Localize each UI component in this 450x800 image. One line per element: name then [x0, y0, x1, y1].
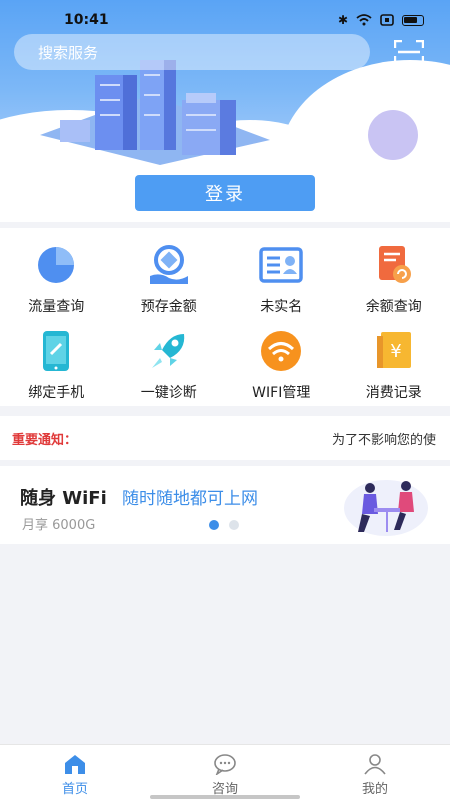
yen-record-icon: ¥	[376, 332, 411, 368]
wifi-signal-icon	[356, 14, 372, 26]
nav-label: 我的	[361, 782, 388, 797]
nav-label: 首页	[61, 782, 88, 797]
notice-text: 为了不影响您的使	[332, 432, 437, 448]
id-card-icon	[259, 247, 303, 283]
user-icon	[364, 754, 386, 775]
search-input[interactable]: 搜索服务	[14, 34, 370, 70]
nav-mine[interactable]: 我的	[300, 745, 450, 800]
scan-icon[interactable]	[394, 40, 424, 64]
service-bind-phone[interactable]: 绑定手机	[0, 322, 113, 408]
search-placeholder: 搜索服务	[38, 43, 99, 62]
service-label: 流量查询	[28, 299, 85, 315]
bottom-navigation: 首页 咨询 我的	[0, 744, 450, 800]
nav-consult[interactable]: 咨询	[150, 745, 300, 800]
city-illustration	[40, 60, 270, 165]
service-label: 绑定手机	[28, 385, 85, 401]
chat-icon	[214, 754, 236, 775]
status-icons: ✱	[338, 13, 424, 27]
home-icon	[65, 755, 85, 774]
home-indicator	[150, 795, 300, 799]
service-deposit[interactable]: 预存金额	[113, 236, 226, 322]
service-flow-query[interactable]: 流量查询	[0, 236, 113, 322]
service-label: 未实名	[260, 299, 303, 315]
status-time: 10:41	[64, 12, 109, 28]
deposit-icon	[149, 245, 188, 284]
banner-detail: 月享 6000G	[22, 518, 96, 533]
service-label: 消费记录	[365, 385, 422, 401]
service-unverified[interactable]: 未实名	[225, 236, 338, 322]
bluetooth-icon: ✱	[337, 13, 348, 27]
battery-icon	[402, 14, 424, 26]
service-grid: 流量查询 预存金额 未实名 余额查询 绑定手机 一键诊断 WIFI管理 ¥ 消费…	[0, 228, 450, 406]
service-label: 余额查询	[365, 299, 422, 315]
notice-title: 重要通知：	[12, 432, 78, 448]
service-balance-query[interactable]: 余额查询	[338, 236, 450, 322]
banner-title: 随身 WiFi	[20, 488, 107, 509]
service-diagnose[interactable]: 一键诊断	[113, 322, 226, 408]
nav-home[interactable]: 首页	[0, 745, 150, 800]
service-label: WIFI管理	[252, 385, 311, 401]
decorative-circle	[368, 110, 418, 160]
carousel-dot-active[interactable]	[209, 520, 219, 530]
service-label: 预存金额	[140, 299, 197, 315]
svg-text:¥: ¥	[390, 341, 401, 362]
carousel-dot[interactable]	[229, 520, 239, 530]
sim-icon	[380, 14, 394, 26]
banner-subtitle: 随时随地都可上网	[122, 489, 258, 509]
wifi-icon	[261, 331, 302, 371]
promo-banner[interactable]: 随身 WiFi 随时随地都可上网 月享 6000G	[0, 466, 450, 544]
rocket-icon	[151, 334, 184, 368]
people-illustration	[344, 480, 428, 536]
phone-link-icon	[43, 331, 70, 371]
pie-chart-icon	[38, 247, 75, 283]
login-button[interactable]: 登录	[135, 175, 315, 211]
service-consumption-record[interactable]: ¥ 消费记录	[338, 322, 450, 408]
balance-document-icon	[378, 246, 411, 283]
notice-bar[interactable]: 重要通知： 为了不影响您的使	[0, 416, 450, 460]
service-wifi-manage[interactable]: WIFI管理	[225, 322, 338, 408]
service-label: 一键诊断	[140, 385, 197, 401]
